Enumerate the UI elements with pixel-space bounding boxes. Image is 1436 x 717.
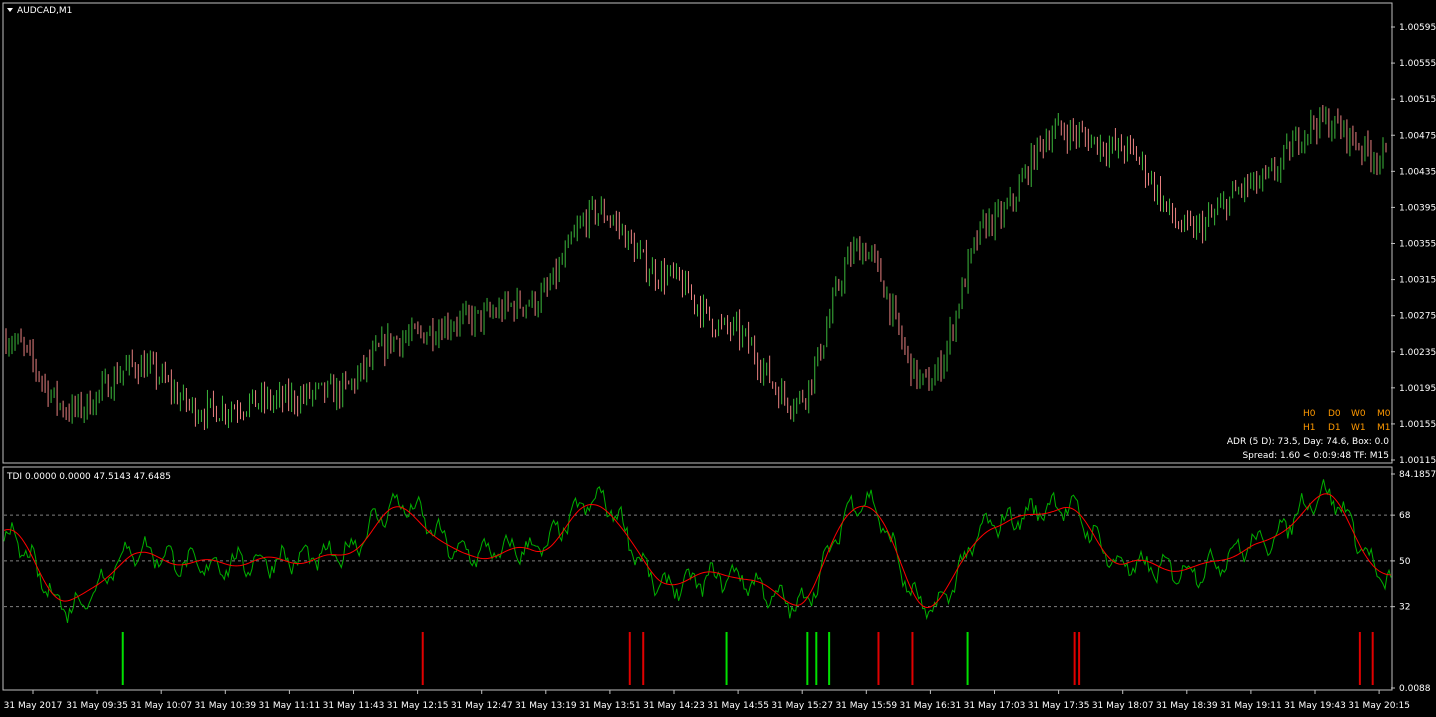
tdi-tick-label: 0.0088 — [1399, 684, 1431, 694]
time-tick-label: 31 May 18:39 — [1156, 701, 1218, 711]
spread-line: Spread: 1.60 < 0:0:9:48 TF: M15 — [1242, 451, 1389, 461]
time-tick-label: 31 May 10:39 — [194, 701, 256, 711]
overlay-w0: W0 — [1351, 409, 1366, 419]
price-tick-label: 1.00195 — [1399, 384, 1436, 394]
adr-line: ADR (5 D): 73.5, Day: 74.6, Box: 0.0 — [1227, 437, 1389, 447]
overlay-d1: D1 — [1328, 423, 1341, 433]
price-tick-label: 1.00355 — [1399, 240, 1436, 250]
price-tick-label: 1.00515 — [1399, 95, 1436, 105]
time-tick-label: 31 May 14:55 — [707, 701, 769, 711]
overlay-d0: D0 — [1328, 409, 1341, 419]
price-tick-label: 1.00275 — [1399, 312, 1436, 322]
time-tick-label: 31 May 11:43 — [323, 701, 385, 711]
tdi-tick-label: 68 — [1399, 511, 1411, 521]
chart-canvas: 1.00595 1.00555 1.00515 1.00475 1.00435 1.003… — [0, 0, 1436, 717]
time-tick-label: 31 May 15:27 — [771, 701, 833, 711]
time-tick-label: 31 May 17:03 — [964, 701, 1026, 711]
time-tick-label: 31 May 13:19 — [515, 701, 577, 711]
price-tick-label: 1.00235 — [1399, 348, 1436, 358]
tdi-tick-label: 84.1857 — [1399, 470, 1436, 480]
time-tick-label: 31 May 09:35 — [66, 701, 128, 711]
overlay-m1: M1 — [1377, 423, 1391, 433]
price-tick-label: 1.00115 — [1399, 456, 1436, 466]
overlay-h1: H1 — [1303, 423, 1316, 433]
time-tick-label: 31 May 15:59 — [835, 701, 897, 711]
symbol-title: AUDCAD,M1 — [17, 6, 72, 16]
price-tick-label: 1.00315 — [1399, 276, 1436, 286]
overlay-w1: W1 — [1351, 423, 1366, 433]
time-tick-label: 31 May 19:43 — [1284, 701, 1346, 711]
price-tick-label: 1.00595 — [1399, 23, 1436, 33]
time-tick-label: 31 May 13:51 — [579, 701, 641, 711]
time-tick-label: 31 May 2017 — [4, 701, 63, 711]
price-tick-label: 1.00395 — [1399, 203, 1436, 213]
time-tick-label: 31 May 18:07 — [1092, 701, 1154, 711]
tdi-tick-label: 32 — [1399, 603, 1410, 613]
chart-background — [0, 0, 1436, 717]
price-tick-label: 1.00555 — [1399, 59, 1436, 69]
price-tick-label: 1.00475 — [1399, 131, 1436, 141]
tdi-tick-label: 50 — [1399, 557, 1411, 567]
indicator-title: TDI 0.0000 0.0000 47.5143 47.6485 — [6, 472, 171, 482]
time-tick-label: 31 May 14:23 — [643, 701, 705, 711]
time-tick-label: 31 May 10:07 — [130, 701, 192, 711]
time-tick-label: 31 May 16:31 — [900, 701, 962, 711]
time-tick-label: 31 May 12:15 — [387, 701, 449, 711]
overlay-h0: H0 — [1303, 409, 1316, 419]
price-tick-label: 1.00155 — [1399, 420, 1436, 430]
time-tick-label: 31 May 17:35 — [1028, 701, 1090, 711]
overlay-m0: M0 — [1377, 409, 1391, 419]
price-tick-label: 1.00435 — [1399, 167, 1436, 177]
time-tick-label: 31 May 11:11 — [259, 701, 321, 711]
time-tick-label: 31 May 12:47 — [451, 701, 513, 711]
time-tick-label: 31 May 19:11 — [1220, 701, 1282, 711]
time-tick-label: 31 May 20:15 — [1348, 701, 1410, 711]
